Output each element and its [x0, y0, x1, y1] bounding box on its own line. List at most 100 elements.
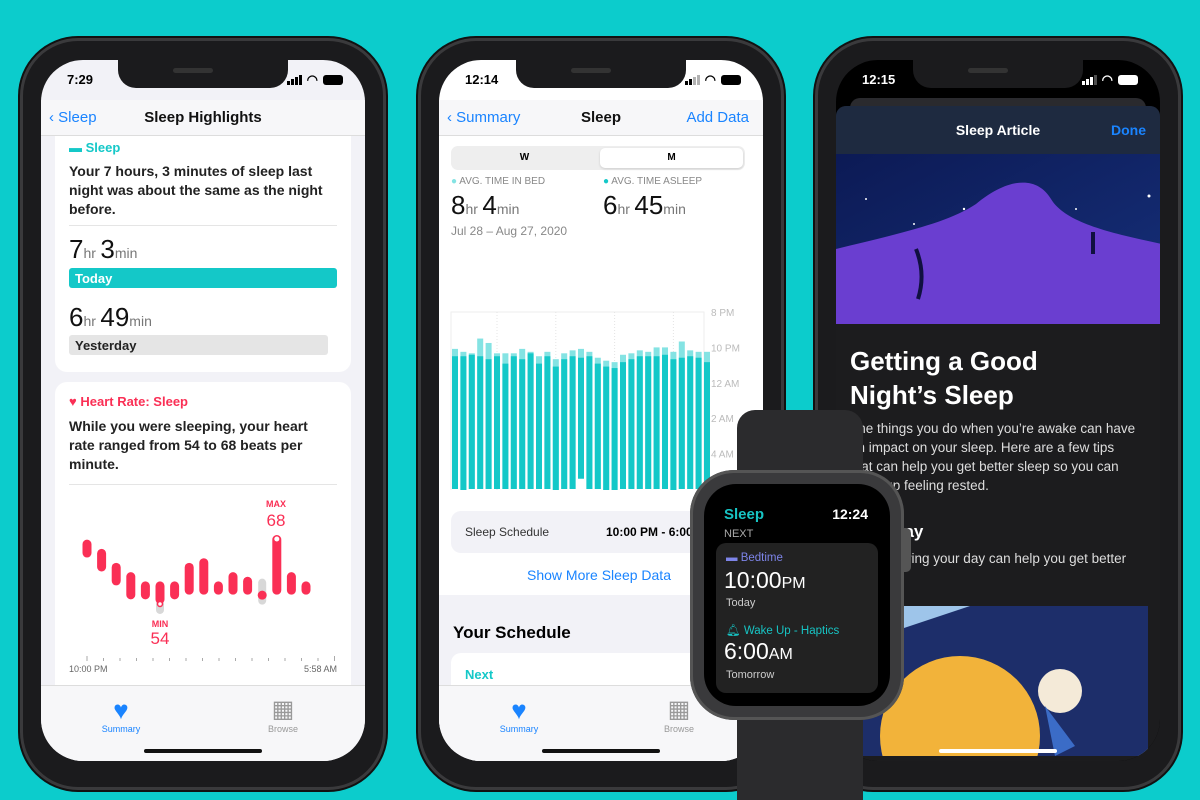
hr-bar — [184, 562, 194, 595]
hr-bar — [243, 576, 253, 595]
max-value: 68 — [267, 511, 286, 530]
clock: 12:14 — [465, 72, 499, 87]
nav-bar: Sleep Highlights ‹ Sleep — [41, 100, 365, 136]
battery-icon — [721, 75, 741, 85]
hr-bar — [170, 581, 180, 600]
sleep-summary: Your 7 hours, 3 minutes of sleep last ni… — [69, 163, 323, 217]
heart-rate-card[interactable]: ♥ Heart Rate: Sleep While you were sleep… — [55, 382, 351, 702]
bed-icon: ▬ — [69, 140, 82, 155]
grid-icon: ▦ — [271, 696, 295, 723]
asleep-bar — [620, 362, 626, 489]
bell-icon: 🔔︎ — [726, 625, 741, 637]
x-start-label: 10:00 PM — [69, 664, 108, 674]
asleep-bar — [468, 354, 475, 489]
asleep-bar — [452, 356, 458, 489]
asleep-bar — [544, 356, 551, 489]
back-button[interactable]: ‹ Summary — [439, 109, 520, 126]
add-data-button[interactable]: Add Data — [686, 109, 749, 126]
asleep-bar — [460, 489, 467, 490]
asleep-bar — [527, 353, 534, 489]
back-button[interactable]: ‹ Sleep — [41, 109, 97, 126]
segment-week[interactable]: W — [451, 146, 598, 170]
bedtime-day: Today — [726, 597, 756, 609]
card-header: Sleep — [85, 140, 121, 155]
phone-sleep-highlights: 7:29 ◠ Sleep Highlights ‹ Sleep ▬ Sleep Y… — [20, 38, 386, 790]
x-end-label: 5:58 AM — [304, 664, 337, 674]
min-label: MIN — [152, 619, 169, 629]
segmented-control: W M — [451, 146, 745, 170]
asleep-bar — [552, 489, 559, 490]
wake-time: 6:00AM — [724, 638, 793, 664]
segment-month[interactable]: M — [600, 148, 743, 168]
bedtime-time: 10:00PM — [724, 567, 806, 593]
divider — [69, 225, 337, 226]
wifi-icon: ◠ — [704, 72, 716, 87]
asleep-bar — [477, 356, 484, 489]
hr-bar — [286, 572, 296, 595]
night-illustration — [836, 154, 1160, 324]
alarm-card[interactable]: ▬ Bedtime 10:00PM Today 🔔︎ Wake Up - Hap… — [716, 543, 878, 693]
signal-icon — [286, 75, 302, 85]
hr-max-dot — [274, 536, 280, 542]
asleep-bar — [636, 356, 643, 489]
next-label: NEXT — [724, 528, 754, 540]
asleep-bar — [670, 359, 677, 489]
sleep-card[interactable]: ▬ Sleep Your 7 hours, 3 minutes of sleep… — [55, 136, 351, 372]
asleep-bar — [578, 357, 584, 479]
asleep-bar — [704, 362, 710, 489]
bedtime-label: Bedtime — [740, 552, 783, 564]
today-duration: 7hr 3min — [69, 234, 138, 264]
home-indicator — [542, 749, 660, 753]
hr-bar — [213, 581, 223, 595]
sleep-chart: 2916238 PM10 PM12 AM2 AM4 AM6 AM8 AM — [450, 308, 740, 490]
hr-bar — [257, 590, 267, 600]
asleep-bar — [494, 356, 500, 489]
asleep-bar — [653, 356, 660, 489]
done-button[interactable]: Done — [1111, 122, 1146, 138]
battery-icon — [323, 75, 343, 85]
hr-bar — [228, 572, 238, 595]
y-tick-label: 8 PM — [711, 308, 734, 319]
article-body: The things you do when you’re awake can … — [850, 421, 1136, 493]
avg-bed-value: 8hr 4min — [451, 190, 520, 220]
watch-screen: Sleep 12:24 NEXT ▬ Bedtime 10:00PM Today… — [704, 484, 890, 706]
schedule-label: Sleep Schedule — [465, 525, 550, 539]
hr-bar — [155, 581, 165, 604]
date-range: Jul 28 – Aug 27, 2020 — [451, 224, 568, 238]
sheet-header: Sleep Article Done — [836, 106, 1160, 154]
wake-day: Tomorrow — [726, 669, 775, 681]
asleep-bar — [552, 366, 559, 489]
heart-icon: ♥ — [511, 695, 527, 725]
tab-browse[interactable]: ▦ Browse — [243, 696, 323, 734]
asleep-bar — [586, 356, 593, 489]
clock: 7:29 — [67, 72, 94, 87]
notch — [913, 60, 1083, 88]
asleep-bar — [611, 489, 618, 490]
home-indicator — [939, 749, 1057, 753]
notch — [118, 60, 288, 88]
avg-asleep-label: ● AVG. TIME ASLEEP — [603, 176, 703, 187]
hr-bar — [111, 562, 121, 586]
article-headline: Getting a Good Night’s Sleep — [850, 346, 1038, 410]
tab-summary[interactable]: ♥ Summary — [479, 696, 559, 734]
hr-bar — [301, 581, 311, 595]
tab-summary[interactable]: ♥ Summary — [81, 696, 161, 734]
asleep-bar — [628, 359, 635, 489]
y-tick-label: 10 PM — [711, 343, 740, 354]
max-label: MAX — [266, 499, 286, 509]
asleep-bar — [460, 356, 467, 489]
asleep-bar — [569, 356, 576, 489]
asleep-bar — [519, 359, 526, 489]
avg-bed-label: ● AVG. TIME IN BED — [451, 176, 546, 187]
signal-icon — [684, 75, 700, 85]
asleep-bar — [594, 363, 601, 489]
hr-bar — [97, 548, 107, 572]
asleep-bar — [485, 359, 492, 489]
hr-bar — [199, 558, 209, 595]
asleep-bar — [561, 359, 568, 489]
apple-watch: Sleep 12:24 NEXT ▬ Bedtime 10:00PM Today… — [690, 470, 904, 720]
asleep-bar — [687, 356, 694, 489]
watch-clock: 12:24 — [832, 506, 868, 522]
hr-bar — [82, 539, 92, 558]
hr-min-dot — [156, 600, 164, 608]
